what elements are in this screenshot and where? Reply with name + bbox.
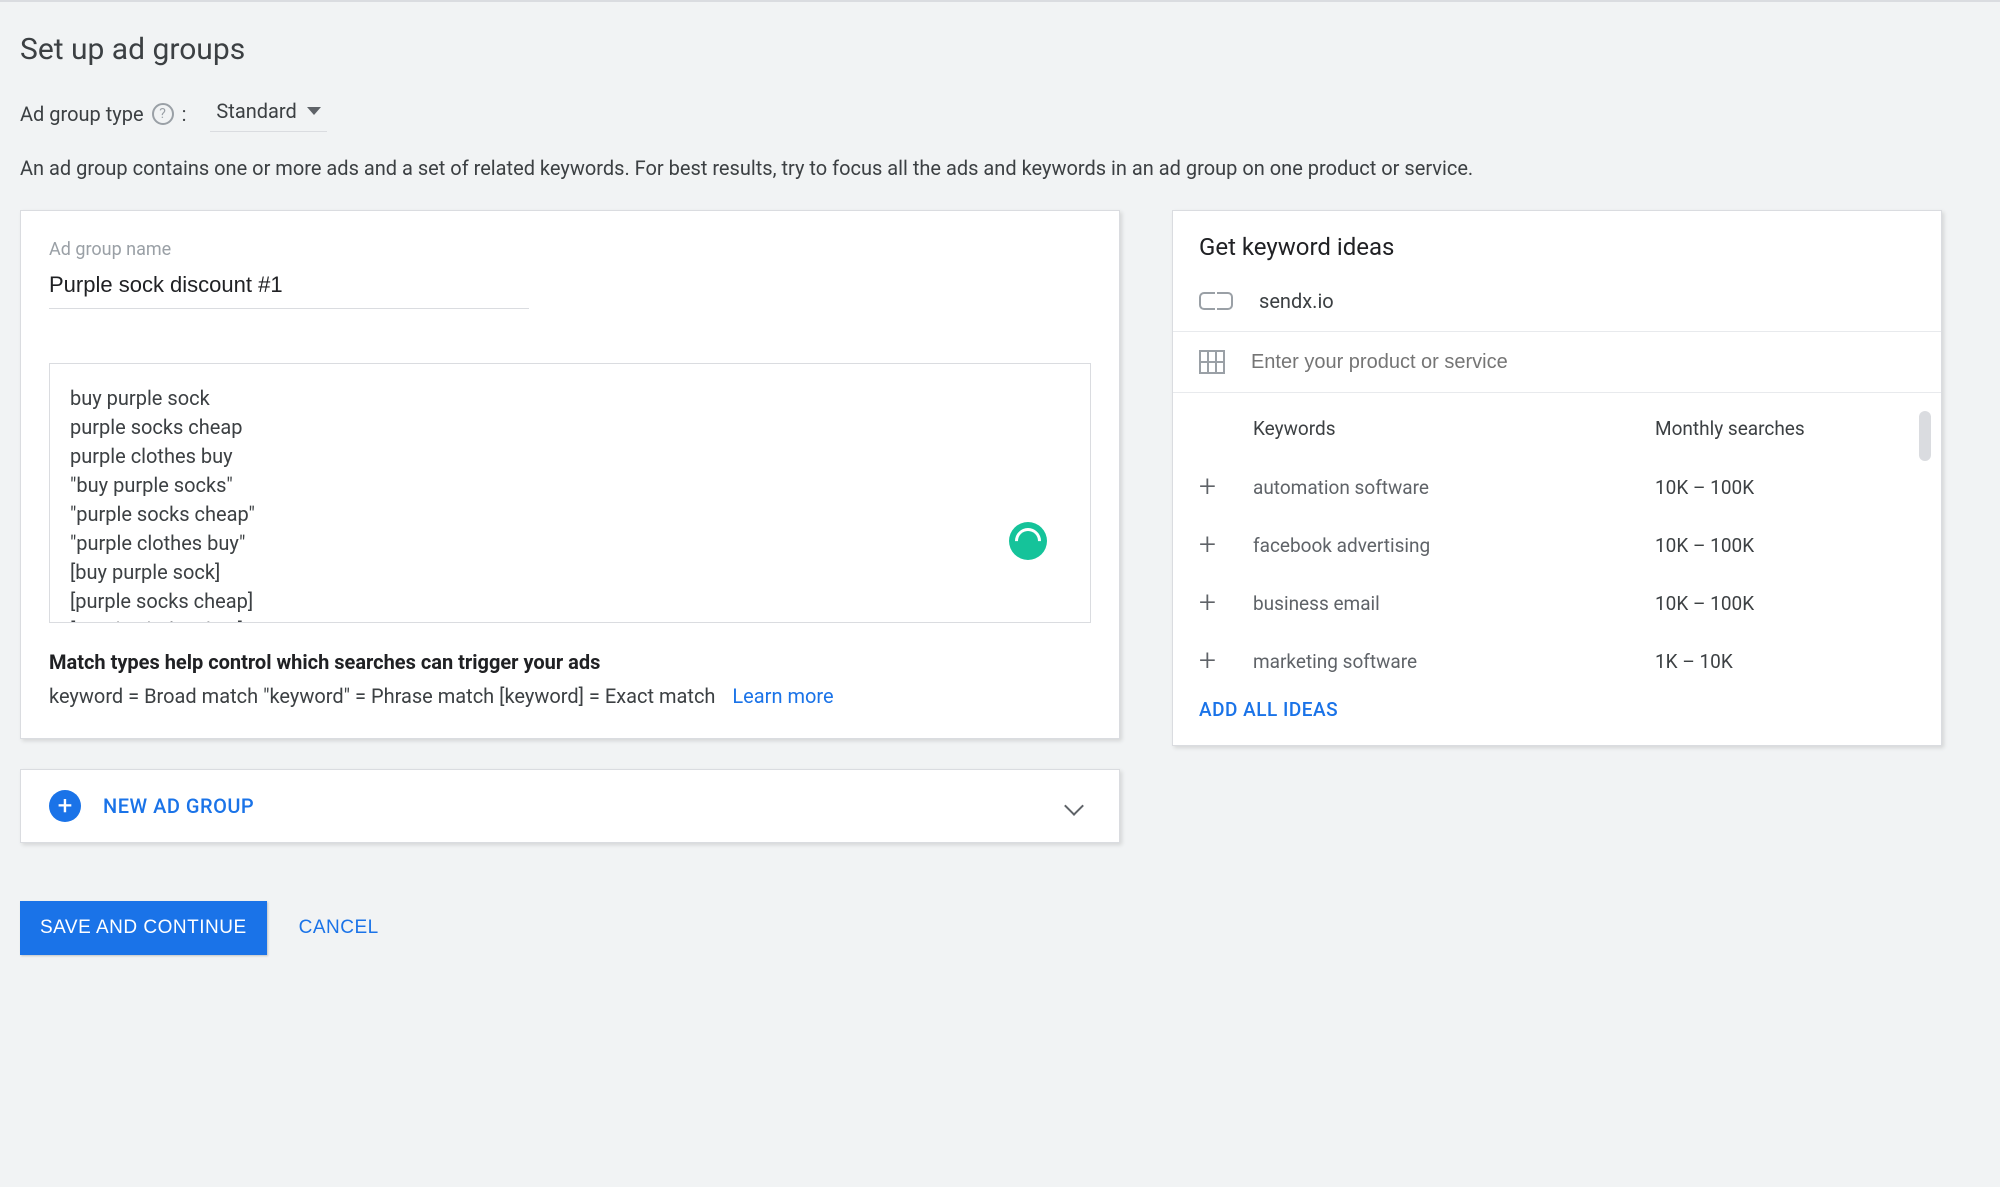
ad-group-card: Ad group name Match types help control w… — [20, 210, 1120, 739]
ad-group-name-input[interactable] — [49, 268, 529, 309]
learn-more-link[interactable]: Learn more — [732, 684, 833, 708]
page-description: An ad group contains one or more ads and… — [20, 156, 1980, 180]
link-icon — [1199, 292, 1233, 310]
ideas-url-value: sendx.io — [1259, 289, 1334, 313]
idea-volume: 10K – 100K — [1655, 592, 1915, 615]
keyword-ideas-title: Get keyword ideas — [1173, 233, 1941, 271]
add-keyword-button[interactable]: + — [1199, 472, 1243, 502]
idea-keyword: facebook advertising — [1243, 534, 1655, 557]
idea-volume: 10K – 100K — [1655, 534, 1915, 557]
cancel-button[interactable]: CANCEL — [299, 917, 379, 939]
add-all-ideas-button[interactable]: ADD ALL IDEAS — [1173, 676, 1941, 725]
idea-row: + business email 10K – 100K — [1173, 574, 1941, 632]
save-continue-button[interactable]: SAVE AND CONTINUE — [20, 901, 267, 955]
chevron-down-icon — [307, 107, 321, 115]
help-icon[interactable]: ? — [152, 103, 174, 125]
grid-icon — [1199, 350, 1225, 374]
match-types-legend: keyword = Broad match "keyword" = Phrase… — [49, 684, 1091, 708]
ad-group-type-select[interactable]: Standard — [210, 95, 326, 132]
ideas-url-row[interactable]: sendx.io — [1173, 271, 1941, 332]
keywords-textarea[interactable] — [49, 363, 1091, 623]
ad-group-name-label: Ad group name — [49, 239, 1091, 260]
colon: : — [182, 102, 187, 126]
page-title: Set up ad groups — [20, 32, 1980, 67]
idea-keyword: business email — [1243, 592, 1655, 615]
add-keyword-button[interactable]: + — [1199, 646, 1243, 676]
idea-row: + marketing software 1K – 10K — [1173, 632, 1941, 676]
col-keywords: Keywords — [1253, 417, 1655, 440]
ad-group-type-label: Ad group type — [20, 102, 144, 126]
idea-row: + facebook advertising 10K – 100K — [1173, 516, 1941, 574]
new-ad-group-button[interactable]: + NEW AD GROUP — [20, 769, 1120, 843]
grammarly-icon[interactable] — [1009, 522, 1047, 560]
chevron-down-icon — [1064, 796, 1084, 816]
ideas-product-row[interactable] — [1173, 332, 1941, 393]
ad-group-type-row: Ad group type ? : Standard — [20, 95, 1980, 132]
add-keyword-button[interactable]: + — [1199, 530, 1243, 560]
col-searches: Monthly searches — [1655, 417, 1915, 440]
idea-volume: 1K – 10K — [1655, 650, 1915, 673]
new-ad-group-label: NEW AD GROUP — [103, 794, 254, 818]
scrollbar-thumb[interactable] — [1919, 411, 1931, 461]
idea-row: + automation software 10K – 100K — [1173, 458, 1941, 516]
add-keyword-button[interactable]: + — [1199, 588, 1243, 618]
plus-circle-icon: + — [49, 790, 81, 822]
idea-volume: 10K – 100K — [1655, 476, 1915, 499]
match-legend-text: keyword = Broad match "keyword" = Phrase… — [49, 684, 715, 708]
ad-group-type-value: Standard — [216, 99, 296, 123]
idea-keyword: marketing software — [1243, 650, 1655, 673]
ideas-table-header: Keywords Monthly searches — [1173, 393, 1941, 458]
keyword-ideas-card: Get keyword ideas sendx.io Keywords Mont… — [1172, 210, 1942, 746]
ideas-product-input[interactable] — [1251, 351, 1915, 374]
match-types-title: Match types help control which searches … — [49, 650, 1091, 674]
idea-keyword: automation software — [1243, 476, 1655, 499]
